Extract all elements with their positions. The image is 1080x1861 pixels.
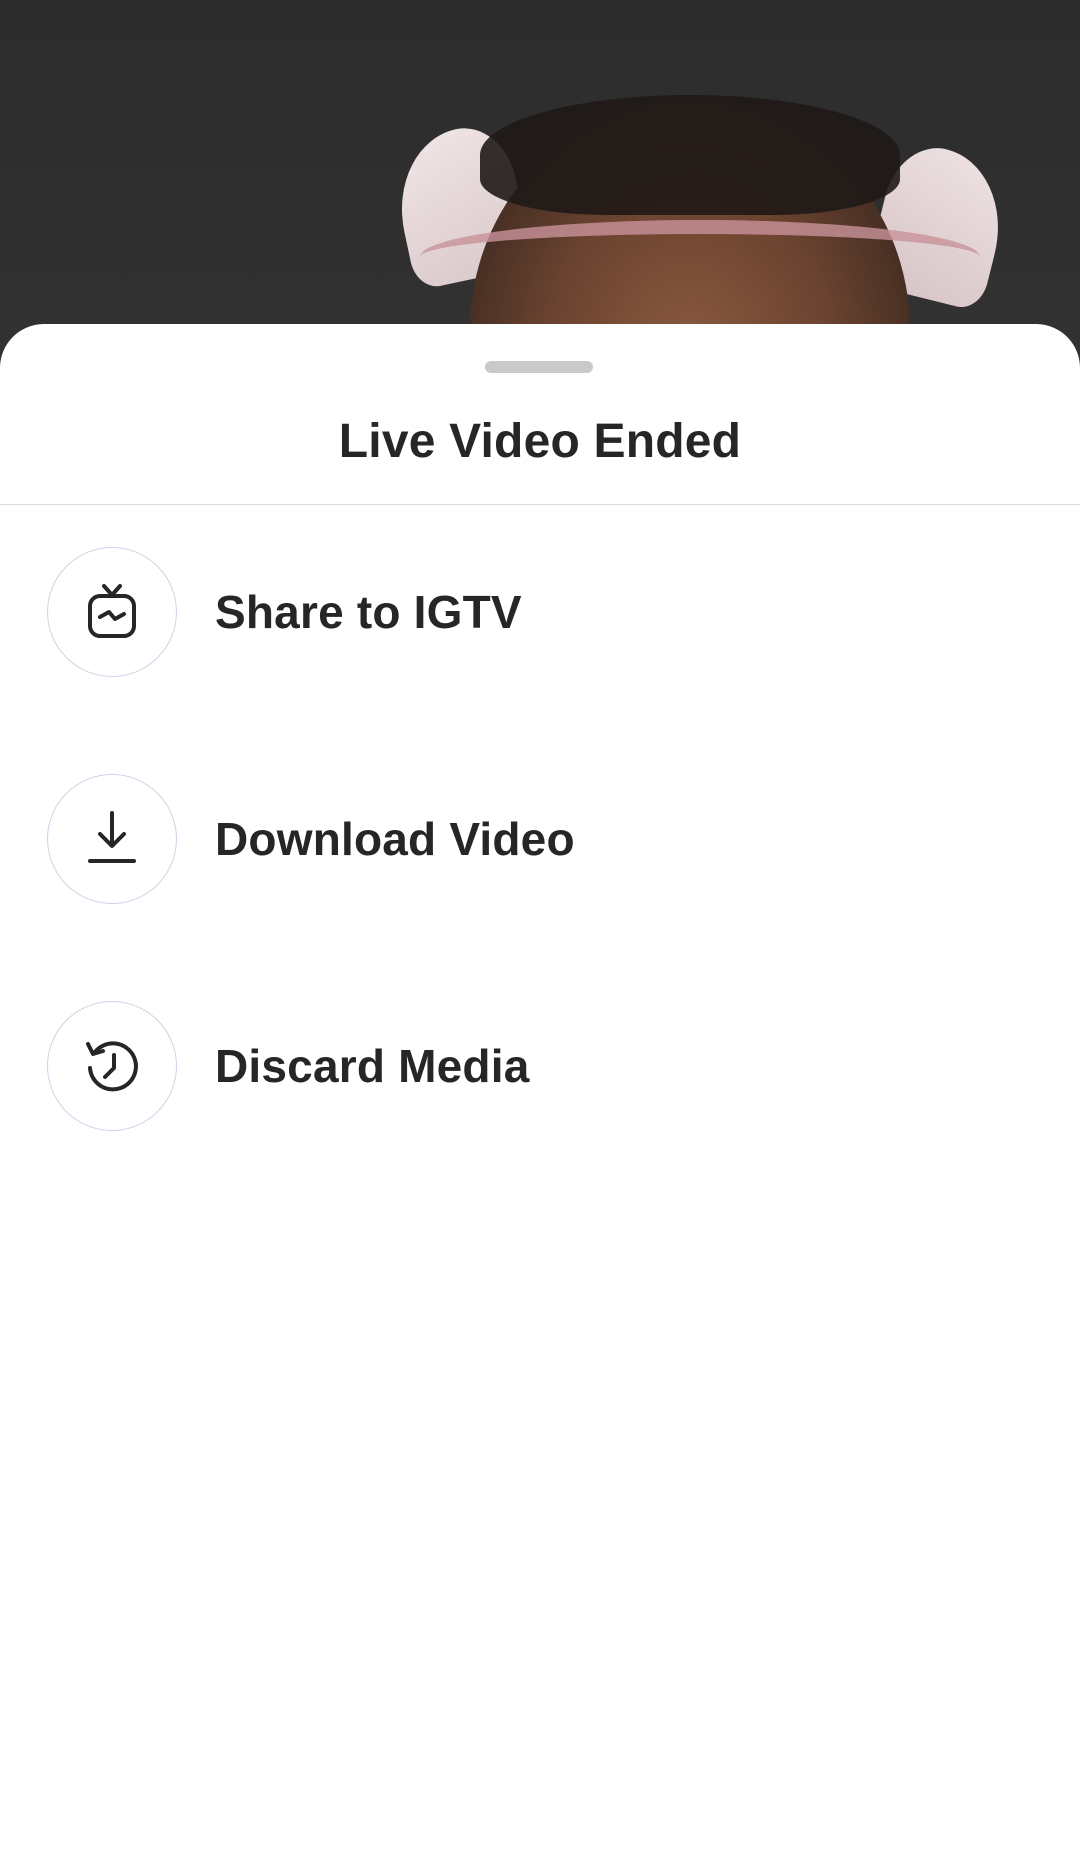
discard-media-button[interactable]: Discard Media xyxy=(0,986,1080,1146)
sheet-title: Live Video Ended xyxy=(338,415,742,468)
menu-item-label: Share to IGTV xyxy=(215,586,522,638)
video-subject-hair xyxy=(480,95,900,215)
share-to-igtv-button[interactable]: Share to IGTV xyxy=(0,532,1080,692)
menu-item-label: Discard Media xyxy=(215,1040,530,1092)
live-ended-screen: Live Video Ended Share to IGTV Download … xyxy=(0,0,1080,1861)
icon-circle xyxy=(47,1001,177,1131)
download-icon xyxy=(88,811,136,863)
sheet-drag-handle[interactable] xyxy=(485,361,593,373)
icon-circle xyxy=(47,774,177,904)
menu-item-label: Download Video xyxy=(215,813,575,865)
filter-headband xyxy=(420,220,980,294)
download-video-button[interactable]: Download Video xyxy=(0,759,1080,919)
discard-history-icon xyxy=(86,1041,138,1092)
igtv-icon xyxy=(88,584,136,638)
title-divider xyxy=(0,504,1080,505)
bottom-sheet: Live Video Ended Share to IGTV Download … xyxy=(0,324,1080,1861)
icon-circle xyxy=(47,547,177,677)
